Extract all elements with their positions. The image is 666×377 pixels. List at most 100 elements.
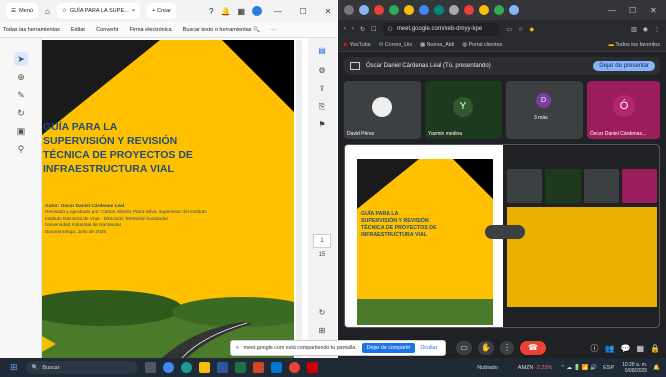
tab-search-icon[interactable]: ☐ — [371, 26, 376, 33]
export-icon[interactable]: ⇪ — [313, 84, 331, 98]
more-options-button[interactable]: ⋮ — [500, 341, 514, 355]
taskbar-search[interactable]: 🔍 Buscar — [25, 361, 138, 374]
tab-favicon[interactable] — [389, 5, 399, 15]
participant-tile-self[interactable]: Ó Óscar Daniel Cárdenas... — [587, 81, 660, 139]
present-screen-button[interactable]: ▭ — [456, 341, 472, 355]
forward-icon[interactable]: › — [352, 26, 354, 32]
notification-icon[interactable]: 🔔 — [653, 365, 660, 371]
menu-edit[interactable]: Editar — [71, 27, 85, 33]
close-tab-icon[interactable]: × — [132, 8, 135, 14]
pdf-scrollbar[interactable] — [296, 40, 302, 358]
info-icon[interactable]: ⓘ — [591, 343, 599, 354]
tab-favicon[interactable] — [464, 5, 474, 15]
comment-icon[interactable]: ▤ — [313, 46, 331, 60]
settings-icon[interactable]: ⚙ — [313, 66, 331, 80]
people-icon[interactable]: 👥 — [605, 344, 615, 353]
stop-sharing-button[interactable]: Dejar de compartir — [361, 343, 416, 353]
bookmark-icon[interactable]: ⚑ — [313, 120, 331, 134]
menu-button[interactable]: ☰ Menú — [6, 3, 39, 19]
bookmark-nueva-aldi[interactable]: ▦ Nueva_Aldi — [420, 42, 454, 48]
leave-call-button[interactable]: ☎ — [520, 341, 546, 355]
raise-hand-button[interactable]: ✋ — [478, 341, 494, 355]
grid-icon[interactable]: ▦ — [237, 7, 245, 16]
stamp-icon[interactable]: ⚲ — [14, 142, 28, 156]
tab-favicon[interactable] — [479, 5, 489, 15]
participant-tile[interactable]: David Pérez — [344, 81, 421, 139]
menu-icon: ☰ — [11, 8, 17, 14]
rotate-icon[interactable]: ↻ — [313, 308, 331, 322]
cast-icon[interactable]: ▭ — [506, 26, 512, 33]
close-button[interactable]: ✕ — [650, 6, 666, 15]
menu-search-tools[interactable]: Buscar texto o herramientas 🔍 — [183, 27, 260, 33]
browser-menu-icon[interactable]: ⋮ — [654, 26, 660, 33]
select-tool-icon[interactable]: ➤ — [14, 52, 28, 66]
reload-icon[interactable]: ↻ — [360, 26, 365, 33]
notifications-icon[interactable]: 🔔 — [220, 7, 230, 16]
hide-button[interactable]: Ocultar — [420, 345, 437, 351]
menu-esign[interactable]: Firma electrónica — [130, 27, 172, 33]
help-icon[interactable]: ? — [209, 7, 213, 16]
participant-tile[interactable]: D 3 más — [506, 81, 583, 139]
tab-favicon[interactable] — [374, 5, 384, 15]
sidebar-icon[interactable]: ▥ — [631, 26, 637, 33]
bookmark-all[interactable]: ▬ Todos los favoritos — [609, 42, 660, 48]
stop-presenting-button[interactable]: Dejar de presentar — [593, 61, 655, 71]
draw-icon[interactable]: ✎ — [14, 88, 28, 102]
new-tab-button[interactable]: + Crear — [147, 3, 176, 19]
more-icon[interactable]: ··· — [271, 27, 277, 33]
extension-icon[interactable]: ◆ — [529, 26, 534, 33]
page-number-current[interactable]: 1 — [313, 234, 331, 248]
stock-widget[interactable]: AMZN -2,23% — [518, 365, 553, 371]
copy-icon[interactable]: ⎘ — [313, 102, 331, 116]
bookmark-correo[interactable]: ✉ Correo_Uis — [379, 42, 412, 48]
bookmark-star-icon[interactable]: ☆ — [518, 26, 523, 33]
lasso-icon[interactable]: ↻ — [14, 106, 28, 120]
home-icon[interactable]: ⌂ — [45, 7, 50, 16]
minimize-button[interactable]: — — [269, 7, 287, 16]
task-view-icon[interactable] — [144, 362, 156, 373]
windows-start-icon[interactable]: ⊞ — [10, 362, 18, 373]
address-bar[interactable]: ⚇ meet.google.com/xeb-dmyy-kpe — [382, 22, 501, 36]
clock[interactable]: 10:28 a. m. 5/08/2025 — [622, 362, 647, 374]
tab-favicon[interactable] — [509, 5, 519, 15]
tab-favicon[interactable] — [344, 5, 354, 15]
profile-avatar[interactable] — [252, 6, 262, 16]
close-button[interactable]: ✕ — [319, 7, 337, 16]
maximize-button[interactable]: ☐ — [629, 6, 645, 15]
edge-taskbar-icon[interactable] — [180, 362, 192, 373]
chat-icon[interactable]: 💬 — [621, 344, 631, 353]
word-taskbar-icon[interactable] — [216, 362, 228, 373]
profile-icon[interactable]: ◉ — [643, 26, 648, 33]
language-indicator[interactable]: ESP — [603, 365, 614, 371]
outlook-taskbar-icon[interactable] — [270, 362, 282, 373]
acrobat-taskbar-icon[interactable] — [306, 362, 318, 373]
document-tab[interactable]: ☆ GUÍA PARA LA SUPE... × — [56, 3, 141, 19]
tab-favicon[interactable] — [434, 5, 444, 15]
maximize-button[interactable]: ☐ — [294, 7, 312, 16]
avatar: D — [536, 93, 551, 108]
participant-tile[interactable]: Y Yazmin medina — [425, 81, 502, 139]
back-icon[interactable]: ‹ — [344, 26, 346, 32]
weather-widget[interactable]: Nublado — [477, 365, 498, 371]
tab-favicon[interactable] — [494, 5, 504, 15]
tab-favicon[interactable] — [404, 5, 414, 15]
menu-convert[interactable]: Convertir — [96, 27, 118, 33]
bookmark-portal[interactable]: ◍ Portal clientes — [462, 42, 502, 48]
text-box-icon[interactable]: ▣ — [14, 124, 28, 138]
tab-favicon[interactable] — [449, 5, 459, 15]
powerpoint-taskbar-icon[interactable] — [252, 362, 264, 373]
activities-icon[interactable]: ▦ — [636, 344, 644, 353]
menu-all-tools[interactable]: Todas las herramientas — [3, 27, 60, 33]
excel-taskbar-icon[interactable] — [234, 362, 246, 373]
explorer-taskbar-icon[interactable] — [198, 362, 210, 373]
host-controls-icon[interactable]: 🔒 — [650, 344, 660, 353]
zoom-icon[interactable]: ⊕ — [14, 70, 28, 84]
tray-icons[interactable]: ⌃ ☁ 🔋 📶 🔊 — [560, 365, 597, 371]
fit-page-icon[interactable]: ⊞ — [313, 326, 331, 340]
bookmark-youtube[interactable]: ▶ YouTube — [344, 42, 371, 48]
tab-favicon[interactable] — [419, 5, 429, 15]
tab-favicon[interactable] — [359, 5, 369, 15]
minimize-button[interactable]: — — [608, 6, 624, 15]
chrome-taskbar-icon[interactable] — [288, 362, 300, 373]
chrome-taskbar-icon[interactable] — [162, 362, 174, 373]
